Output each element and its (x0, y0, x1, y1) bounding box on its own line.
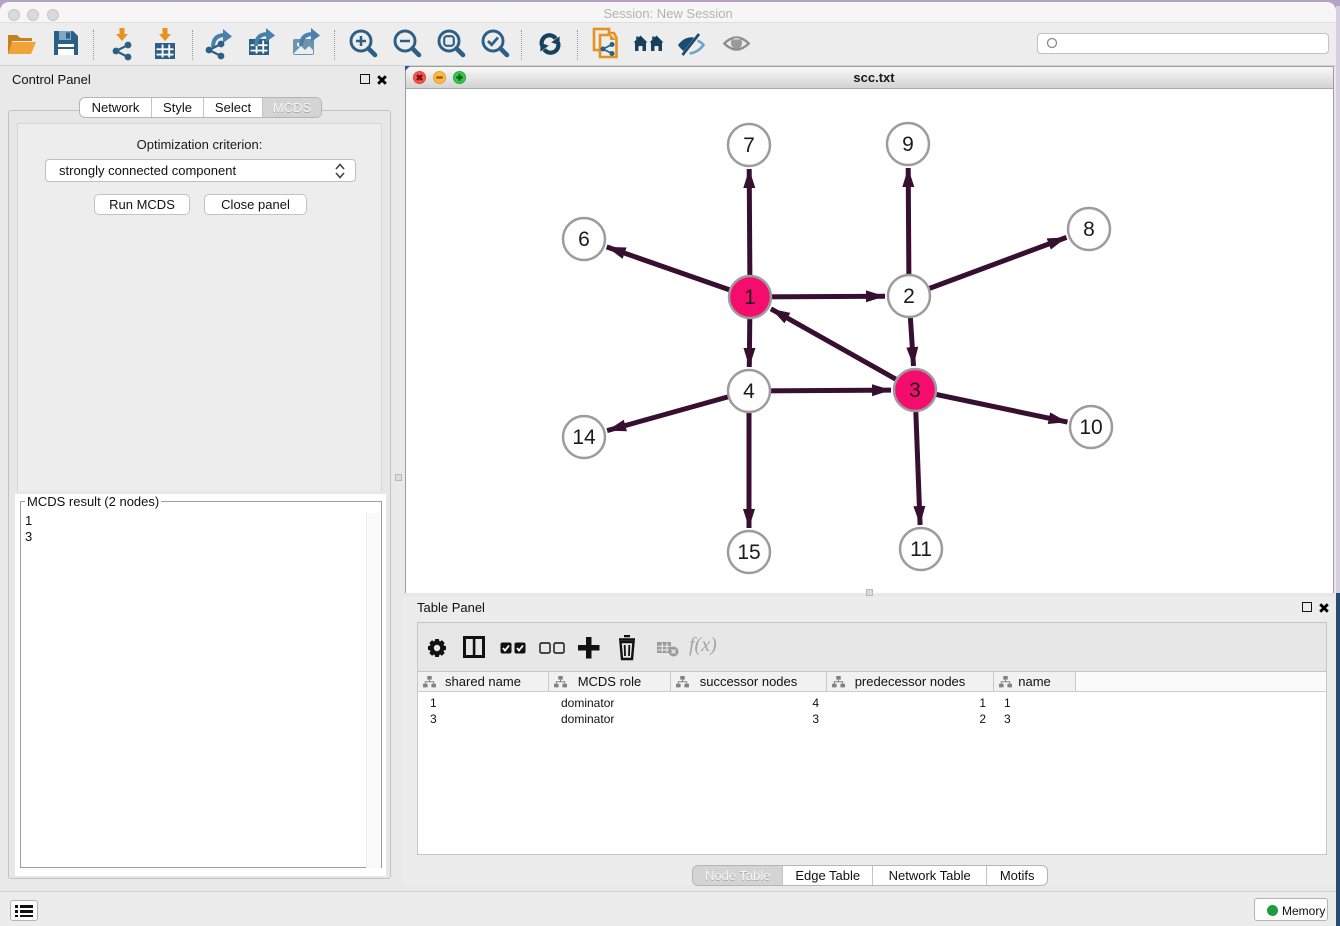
svg-text:6: 6 (578, 228, 590, 251)
svg-text:15: 15 (737, 541, 760, 564)
svg-text:1: 1 (744, 286, 756, 309)
svg-text:4: 4 (743, 380, 755, 403)
svg-text:10: 10 (1079, 416, 1102, 439)
svg-text:2: 2 (903, 285, 915, 308)
svg-text:11: 11 (910, 538, 932, 561)
svg-text:8: 8 (1083, 218, 1095, 241)
svg-text:7: 7 (743, 134, 755, 157)
svg-text:3: 3 (909, 379, 921, 402)
svg-text:9: 9 (902, 133, 914, 156)
svg-text:14: 14 (572, 426, 596, 449)
